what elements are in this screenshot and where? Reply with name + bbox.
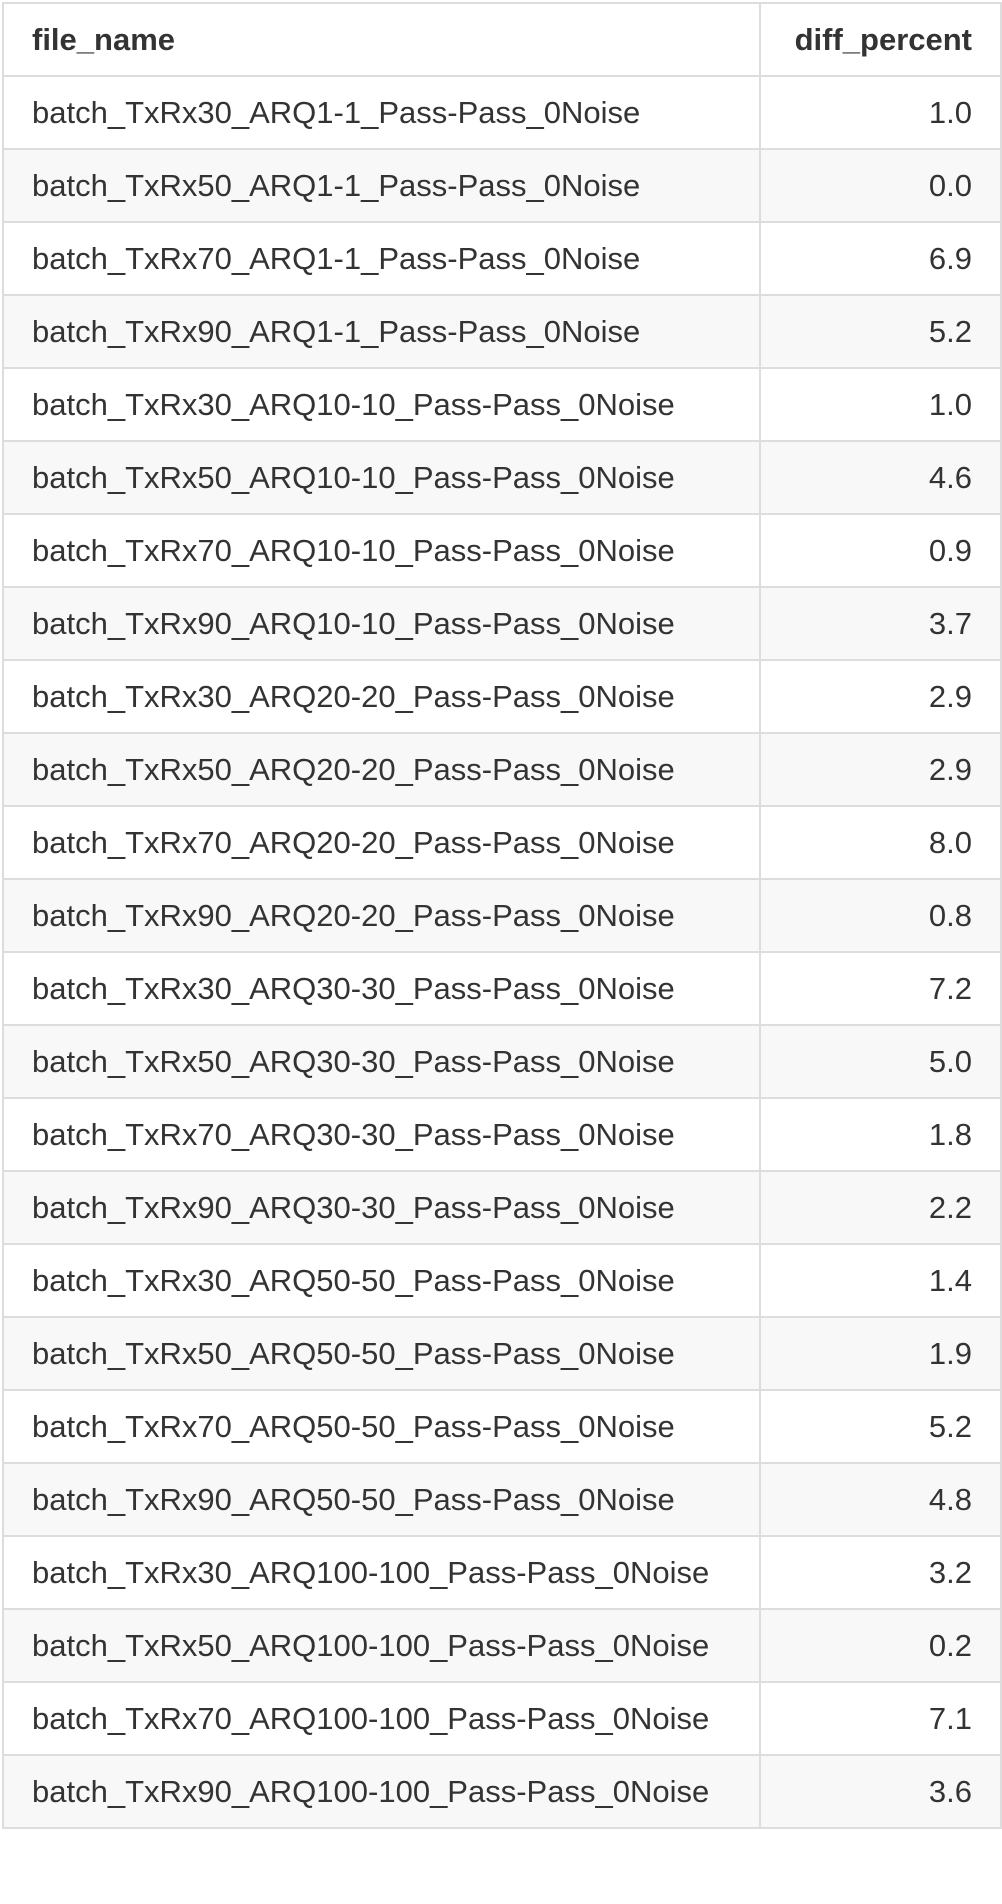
file-name-cell: batch_TxRx50_ARQ20-20_Pass-Pass_0Noise (2, 732, 761, 807)
table-row: batch_TxRx90_ARQ20-20_Pass-Pass_0Noise 0.… (2, 878, 1002, 953)
file-name-cell: batch_TxRx70_ARQ20-20_Pass-Pass_0Noise (2, 805, 761, 880)
diff-percent-cell: 0.9 (759, 513, 1002, 588)
diff-percent-cell: 0.8 (759, 878, 1002, 953)
file-name-cell: batch_TxRx50_ARQ50-50_Pass-Pass_0Noise (2, 1316, 761, 1391)
header-row: file_name diff_percent (2, 2, 1002, 77)
diff-percent-cell: 2.9 (759, 732, 1002, 807)
diff-percent-cell: 3.6 (759, 1754, 1002, 1829)
data-table: file_name diff_percent batch_TxRx30_ARQ1… (2, 2, 1002, 1829)
diff-percent-cell: 3.2 (759, 1535, 1002, 1610)
data-table-container: file_name diff_percent batch_TxRx30_ARQ1… (0, 2, 1002, 1829)
file-name-cell: batch_TxRx90_ARQ30-30_Pass-Pass_0Noise (2, 1170, 761, 1245)
diff-percent-cell: 6.9 (759, 221, 1002, 296)
diff-percent-cell: 7.2 (759, 951, 1002, 1026)
file-name-cell: batch_TxRx30_ARQ30-30_Pass-Pass_0Noise (2, 951, 761, 1026)
diff-percent-cell: 1.4 (759, 1243, 1002, 1318)
table-row: batch_TxRx90_ARQ100-100_Pass-Pass_0Noise… (2, 1754, 1002, 1829)
table-row: batch_TxRx30_ARQ50-50_Pass-Pass_0Noise 1.… (2, 1243, 1002, 1318)
file-name-cell: batch_TxRx30_ARQ50-50_Pass-Pass_0Noise (2, 1243, 761, 1318)
diff-percent-cell: 5.2 (759, 1389, 1002, 1464)
table-row: batch_TxRx30_ARQ30-30_Pass-Pass_0Noise 7.… (2, 951, 1002, 1026)
diff-percent-cell: 2.2 (759, 1170, 1002, 1245)
column-header-diff-percent[interactable]: diff_percent (759, 2, 1002, 77)
file-name-cell: batch_TxRx30_ARQ10-10_Pass-Pass_0Noise (2, 367, 761, 442)
table-row: batch_TxRx70_ARQ1-1_Pass-Pass_0Noise 6.9 (2, 221, 1002, 296)
file-name-cell: batch_TxRx90_ARQ100-100_Pass-Pass_0Noise (2, 1754, 761, 1829)
file-name-cell: batch_TxRx30_ARQ20-20_Pass-Pass_0Noise (2, 659, 761, 734)
table-row: batch_TxRx30_ARQ10-10_Pass-Pass_0Noise 1.… (2, 367, 1002, 442)
file-name-cell: batch_TxRx70_ARQ100-100_Pass-Pass_0Noise (2, 1681, 761, 1756)
table-row: batch_TxRx70_ARQ10-10_Pass-Pass_0Noise 0.… (2, 513, 1002, 588)
table-row: batch_TxRx70_ARQ100-100_Pass-Pass_0Noise… (2, 1681, 1002, 1756)
diff-percent-cell: 3.7 (759, 586, 1002, 661)
file-name-cell: batch_TxRx90_ARQ1-1_Pass-Pass_0Noise (2, 294, 761, 369)
diff-percent-cell: 5.2 (759, 294, 1002, 369)
table-row: batch_TxRx50_ARQ1-1_Pass-Pass_0Noise 0.0 (2, 148, 1002, 223)
file-name-cell: batch_TxRx50_ARQ10-10_Pass-Pass_0Noise (2, 440, 761, 515)
diff-percent-cell: 0.0 (759, 148, 1002, 223)
diff-percent-cell: 1.0 (759, 367, 1002, 442)
file-name-cell: batch_TxRx70_ARQ1-1_Pass-Pass_0Noise (2, 221, 761, 296)
table-row: batch_TxRx50_ARQ100-100_Pass-Pass_0Noise… (2, 1608, 1002, 1683)
file-name-cell: batch_TxRx50_ARQ1-1_Pass-Pass_0Noise (2, 148, 761, 223)
table-row: batch_TxRx70_ARQ20-20_Pass-Pass_0Noise 8.… (2, 805, 1002, 880)
file-name-cell: batch_TxRx90_ARQ10-10_Pass-Pass_0Noise (2, 586, 761, 661)
table-row: batch_TxRx30_ARQ20-20_Pass-Pass_0Noise 2.… (2, 659, 1002, 734)
diff-percent-cell: 1.8 (759, 1097, 1002, 1172)
table-row: batch_TxRx50_ARQ50-50_Pass-Pass_0Noise 1.… (2, 1316, 1002, 1391)
table-header: file_name diff_percent (2, 2, 1002, 77)
diff-percent-cell: 4.6 (759, 440, 1002, 515)
file-name-cell: batch_TxRx70_ARQ10-10_Pass-Pass_0Noise (2, 513, 761, 588)
file-name-cell: batch_TxRx50_ARQ100-100_Pass-Pass_0Noise (2, 1608, 761, 1683)
table-row: batch_TxRx90_ARQ1-1_Pass-Pass_0Noise 5.2 (2, 294, 1002, 369)
diff-percent-cell: 5.0 (759, 1024, 1002, 1099)
file-name-cell: batch_TxRx50_ARQ30-30_Pass-Pass_0Noise (2, 1024, 761, 1099)
file-name-cell: batch_TxRx90_ARQ20-20_Pass-Pass_0Noise (2, 878, 761, 953)
table-row: batch_TxRx90_ARQ50-50_Pass-Pass_0Noise 4.… (2, 1462, 1002, 1537)
diff-percent-cell: 0.2 (759, 1608, 1002, 1683)
diff-percent-cell: 1.9 (759, 1316, 1002, 1391)
diff-percent-cell: 8.0 (759, 805, 1002, 880)
diff-percent-cell: 4.8 (759, 1462, 1002, 1537)
diff-percent-cell: 1.0 (759, 75, 1002, 150)
table-row: batch_TxRx50_ARQ30-30_Pass-Pass_0Noise 5.… (2, 1024, 1002, 1099)
file-name-cell: batch_TxRx90_ARQ50-50_Pass-Pass_0Noise (2, 1462, 761, 1537)
file-name-cell: batch_TxRx70_ARQ50-50_Pass-Pass_0Noise (2, 1389, 761, 1464)
table-row: batch_TxRx30_ARQ100-100_Pass-Pass_0Noise… (2, 1535, 1002, 1610)
table-row: batch_TxRx90_ARQ10-10_Pass-Pass_0Noise 3.… (2, 586, 1002, 661)
diff-percent-cell: 2.9 (759, 659, 1002, 734)
table-body: batch_TxRx30_ARQ1-1_Pass-Pass_0Noise 1.0 b… (2, 75, 1002, 1829)
file-name-cell: batch_TxRx30_ARQ1-1_Pass-Pass_0Noise (2, 75, 761, 150)
file-name-cell: batch_TxRx30_ARQ100-100_Pass-Pass_0Noise (2, 1535, 761, 1610)
table-row: batch_TxRx50_ARQ20-20_Pass-Pass_0Noise 2.… (2, 732, 1002, 807)
table-row: batch_TxRx70_ARQ50-50_Pass-Pass_0Noise 5.… (2, 1389, 1002, 1464)
diff-percent-cell: 7.1 (759, 1681, 1002, 1756)
table-row: batch_TxRx30_ARQ1-1_Pass-Pass_0Noise 1.0 (2, 75, 1002, 150)
table-row: batch_TxRx90_ARQ30-30_Pass-Pass_0Noise 2.… (2, 1170, 1002, 1245)
table-row: batch_TxRx70_ARQ30-30_Pass-Pass_0Noise 1.… (2, 1097, 1002, 1172)
column-header-file-name[interactable]: file_name (2, 2, 761, 77)
file-name-cell: batch_TxRx70_ARQ30-30_Pass-Pass_0Noise (2, 1097, 761, 1172)
table-row: batch_TxRx50_ARQ10-10_Pass-Pass_0Noise 4.… (2, 440, 1002, 515)
